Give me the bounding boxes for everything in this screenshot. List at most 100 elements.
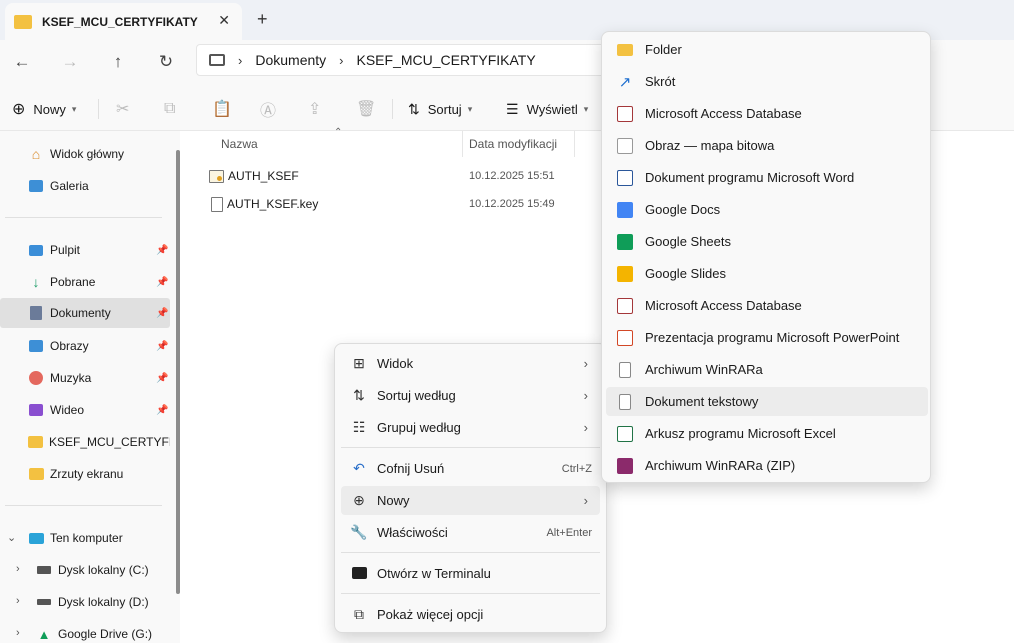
forward-arrow-icon[interactable]: → [58, 50, 82, 74]
menu-item-label: Cofnij Usuń [377, 461, 445, 476]
file-row[interactable]: AUTH_KSEF.key 10.12.2025 15:49 [209, 191, 609, 217]
delete-icon[interactable]: 🗑 [356, 87, 376, 131]
submenu-item-text-document[interactable]: Dokument tekstowy [606, 387, 928, 416]
menu-item-properties[interactable]: 🔧 Właściwości Alt+Enter [341, 518, 600, 547]
download-icon: ↓ [32, 274, 40, 290]
sidebar-item-drive-c[interactable]: Dysk lokalny (C:) [0, 555, 170, 585]
file-name: AUTH_KSEF [228, 169, 299, 183]
tab-ksef[interactable]: KSEF_MCU_CERTYFIKATY ✕ [5, 3, 242, 40]
column-divider[interactable] [574, 131, 575, 157]
submenu-item-winrar-zip[interactable]: Archiwum WinRARa (ZIP) [606, 451, 928, 480]
view-button[interactable]: ☰ Wyświetl ▾ [506, 87, 588, 131]
navigation-pane: ⌂ Widok główny Galeria Pulpit 📌 ↓ Pobran… [0, 131, 180, 643]
pin-icon[interactable]: 📌 [156, 405, 168, 416]
new-button[interactable]: ⊕ Nowy ▾ [12, 87, 76, 131]
sidebar-scrollbar[interactable] [176, 150, 180, 594]
sidebar-item-label: KSEF_MCU_CERTYFIKATY [49, 435, 170, 449]
sidebar-item-label: Wideo [50, 403, 85, 417]
pin-icon[interactable]: 📌 [156, 245, 168, 256]
up-arrow-icon[interactable]: ↑ [106, 50, 130, 74]
submenu-item-access-database-2[interactable]: Microsoft Access Database [606, 291, 928, 320]
google-sheets-icon [616, 233, 634, 251]
chevron-down-icon: ▾ [583, 103, 589, 114]
submenu-item-label: Obraz — mapa bitowa [645, 138, 775, 153]
context-menu: ⊞ Widok › ⇅ Sortuj według › ☷ Grupuj wed… [334, 343, 607, 633]
sidebar-item-this-pc[interactable]: Ten komputer [0, 523, 170, 553]
undo-icon: ↶ [353, 460, 365, 476]
submenu-item-winrar-archive[interactable]: Archiwum WinRARa [606, 355, 928, 384]
submenu-item-shortcut[interactable]: ↗ Skrót [606, 67, 928, 96]
menu-item-undo-delete[interactable]: ↶ Cofnij Usuń Ctrl+Z [341, 454, 600, 483]
sidebar-item-music[interactable]: Muzyka 📌 [0, 363, 170, 393]
menu-item-open-terminal[interactable]: Otwórz w Terminalu [341, 559, 600, 588]
sidebar-item-documents[interactable]: Dokumenty 📌 [0, 298, 170, 328]
blank-file-icon [616, 361, 634, 379]
sidebar-item-label: Pulpit [50, 243, 81, 257]
new-icon: ⊕ [353, 492, 365, 508]
menu-item-label: Sortuj według [377, 388, 456, 403]
submenu-item-excel[interactable]: Arkusz programu Microsoft Excel [606, 419, 928, 448]
view-list-icon: ☰ [506, 100, 519, 117]
submenu-item-folder[interactable]: Folder [606, 35, 928, 64]
sidebar-divider [5, 505, 162, 506]
breadcrumb-dokumenty[interactable]: Dokumenty [255, 52, 326, 68]
sidebar-item-drive-d[interactable]: Dysk lokalny (D:) [0, 587, 170, 617]
pin-icon[interactable]: 📌 [156, 341, 168, 352]
computer-icon [28, 530, 44, 546]
submenu-item-google-slides[interactable]: Google Slides [606, 259, 928, 288]
submenu-item-access-database[interactable]: Microsoft Access Database [606, 99, 928, 128]
submenu-item-google-docs[interactable]: Google Docs [606, 195, 928, 224]
sidebar-item-screenshots[interactable]: Zrzuty ekranu [0, 459, 170, 489]
rename-icon[interactable]: Ⓐ [260, 87, 276, 131]
paste-icon[interactable]: 📋 [212, 87, 232, 131]
pin-icon[interactable]: 📌 [156, 277, 168, 288]
copy-icon[interactable]: ⧉ [164, 87, 175, 131]
submenu-item-google-sheets[interactable]: Google Sheets [606, 227, 928, 256]
sidebar-item-label: Muzyka [50, 371, 92, 385]
sidebar-item-desktop[interactable]: Pulpit 📌 [0, 235, 170, 265]
breadcrumb-current-folder[interactable]: KSEF_MCU_CERTYFIKATY [357, 52, 536, 68]
submenu-item-word[interactable]: Dokument programu Microsoft Word [606, 163, 928, 192]
sort-button[interactable]: ⇅ Sortuj ▾ [408, 87, 472, 131]
file-row[interactable]: AUTH_KSEF 10.12.2025 15:51 [209, 163, 609, 189]
pin-icon[interactable]: 📌 [156, 308, 168, 319]
column-header-name[interactable]: Nazwa [221, 137, 258, 151]
google-slides-icon [616, 265, 634, 283]
menu-item-show-more-options[interactable]: ⧉ Pokaż więcej opcji [341, 600, 600, 629]
cut-icon[interactable]: ✂ [116, 87, 129, 131]
menu-item-label: Grupuj według [377, 420, 461, 435]
refresh-icon[interactable]: ↻ [154, 50, 178, 74]
submenu-item-powerpoint[interactable]: Prezentacja programu Microsoft PowerPoin… [606, 323, 928, 352]
sidebar-item-downloads[interactable]: ↓ Pobrane 📌 [0, 267, 170, 297]
column-header-modified[interactable]: Data modyfikacji [469, 137, 557, 151]
more-options-icon: ⧉ [354, 606, 364, 622]
pictures-icon [28, 338, 44, 354]
sidebar-item-drive-g[interactable]: ▲ Google Drive (G:) [0, 619, 170, 643]
sidebar-item-label: Widok główny [50, 147, 125, 161]
sidebar-item-pictures[interactable]: Obrazy 📌 [0, 331, 170, 361]
menu-item-view[interactable]: ⊞ Widok › [341, 349, 600, 378]
menu-item-sort-by[interactable]: ⇅ Sortuj według › [341, 381, 600, 410]
sidebar-item-home[interactable]: ⌂ Widok główny [0, 139, 170, 169]
sidebar-item-label: Google Drive (G:) [58, 627, 153, 641]
breadcrumb-separator: › [339, 52, 344, 68]
sidebar-item-ksef-folder[interactable]: KSEF_MCU_CERTYFIKATY [0, 427, 170, 457]
menu-item-new[interactable]: ⊕ Nowy › [341, 486, 600, 515]
folder-icon [14, 14, 32, 29]
submenu-item-label: Microsoft Access Database [645, 106, 802, 121]
back-arrow-icon[interactable]: ← [10, 50, 34, 74]
pin-icon[interactable]: 📌 [156, 373, 168, 384]
share-icon[interactable]: ⇪ [308, 87, 321, 131]
menu-item-label: Pokaż więcej opcji [377, 607, 484, 622]
new-tab-button[interactable]: + [257, 9, 268, 30]
address-bar[interactable]: › Dokumenty › KSEF_MCU_CERTYFIKATY [196, 44, 616, 76]
column-divider[interactable] [462, 131, 463, 157]
sidebar-divider [5, 217, 162, 218]
sidebar-item-gallery[interactable]: Galeria [0, 171, 170, 201]
close-tab-icon[interactable]: ✕ [218, 12, 230, 29]
sidebar-item-label: Dokumenty [50, 306, 111, 320]
menu-item-group-by[interactable]: ☷ Grupuj według › [341, 413, 600, 442]
submenu-item-bitmap[interactable]: Obraz — mapa bitowa [606, 131, 928, 160]
submenu-item-label: Microsoft Access Database [645, 298, 802, 313]
sidebar-item-videos[interactable]: Wideo 📌 [0, 395, 170, 425]
